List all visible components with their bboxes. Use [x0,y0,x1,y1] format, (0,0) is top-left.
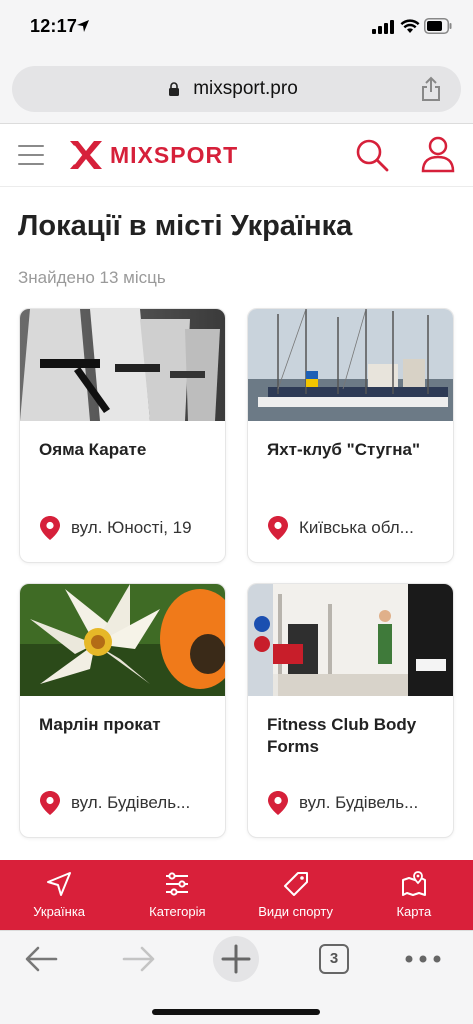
nav-item-map[interactable]: Карта [355,860,473,930]
map-pin-icon [268,791,288,815]
nav-item-sport-types[interactable]: Види спорту [237,860,355,930]
wifi-icon [400,19,420,33]
location-card[interactable]: Fitness Club Body Forms вул. Будівель... [247,583,454,838]
browser-url-area: mixsport.pro [0,56,473,124]
user-profile-icon[interactable] [420,135,456,173]
mixsport-logo-mark-icon [70,141,102,169]
location-card[interactable]: Яхт-клуб "Стугна" Київська обл... [247,308,454,563]
page-title: Локації в місті Українка [18,210,353,242]
karate-photo [20,309,225,421]
card-title: Марлін прокат [39,715,161,734]
search-icon[interactable] [354,137,390,173]
map-pin-icon [40,791,60,815]
menu-icon[interactable] [18,145,44,165]
bottom-navigation: Українка Категорія Види спорту Карта [0,860,473,930]
logo-text: MIXSPORT [110,141,239,168]
browser-toolbar: 3 [0,930,473,1024]
url-text: mixsport.pro [193,78,298,99]
nav-item-category[interactable]: Категорія [118,860,236,930]
card-address: вул. Будівель... [267,790,447,816]
card-address-text: вул. Юності, 19 [71,518,192,537]
location-services-icon [77,20,89,32]
card-title: Яхт-клуб "Стугна" [267,440,421,459]
location-card[interactable]: Марлін прокат вул. Будівель... [19,583,226,838]
map-pin-icon [40,516,60,540]
new-tab-button[interactable] [213,936,259,982]
site-header: MIXSPORT [0,125,473,187]
tab-count-button[interactable]: 3 [319,944,349,974]
nav-label: Види спорту [258,904,333,919]
nav-item-city[interactable]: Українка [0,860,118,930]
cellular-signal-icon [372,20,394,34]
boxing-gym-photo [248,584,453,696]
address-bar[interactable]: mixsport.pro [12,66,461,112]
location-arrow-icon [47,872,72,896]
plus-icon [221,944,251,974]
yacht-club-photo [248,309,453,421]
card-address-text: вул. Будівель... [299,793,419,812]
card-address-text: Київська обл... [299,518,414,537]
card-title: Ояма Карате [39,440,147,459]
status-time: 12:17 [30,16,78,36]
more-options-icon[interactable] [405,955,441,963]
results-count: Знайдено 13 місць [18,268,166,287]
card-title: Fitness Club Body Forms [267,715,417,756]
card-address-text: вул. Будівель... [71,793,191,812]
mixsport-logo[interactable]: MIXSPORT [68,138,238,172]
nav-label: Карта [396,904,432,919]
home-indicator [152,1009,320,1015]
tag-icon [283,872,308,896]
card-address: Київська обл... [267,515,447,541]
nav-label: Категорія [149,904,206,919]
location-card[interactable]: Ояма Карате вул. Юності, 19 [19,308,226,563]
filter-sliders-icon [166,872,189,896]
share-icon[interactable] [420,76,442,102]
battery-icon [424,18,452,34]
card-address: вул. Будівель... [39,790,219,816]
water-lily-photo [20,584,225,696]
card-address: вул. Юності, 19 [39,515,219,541]
back-arrow-icon[interactable] [24,945,58,973]
forward-arrow-icon[interactable] [122,945,156,973]
status-bar: 12:17 [0,0,473,56]
nav-label: Українка [33,904,86,919]
map-icon [401,871,426,896]
map-pin-icon [268,516,288,540]
